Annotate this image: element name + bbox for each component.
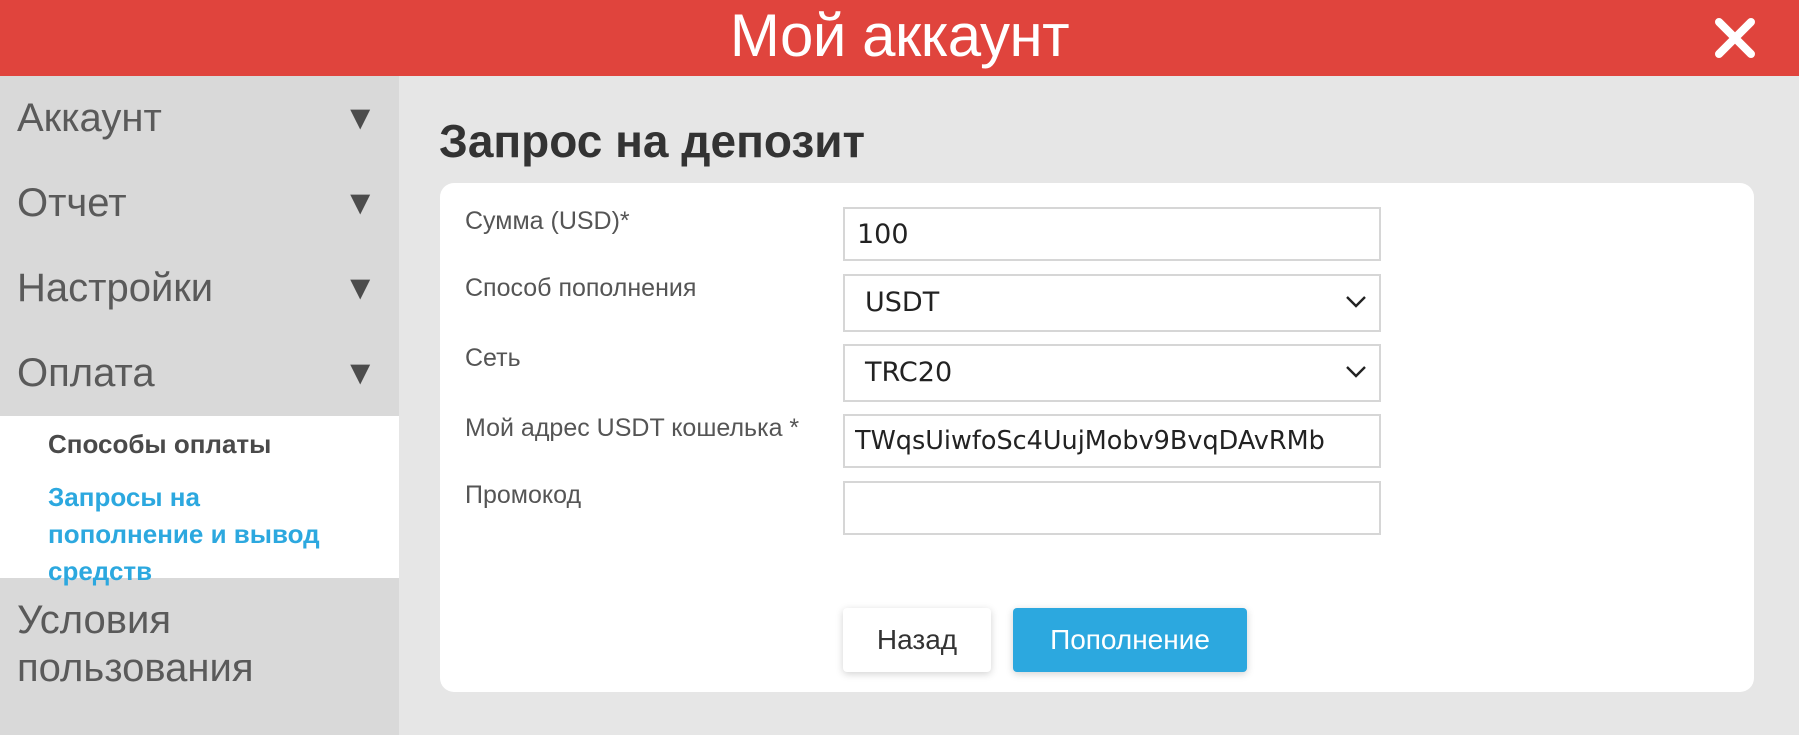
sidebar-item-payment[interactable]: Оплата ▼: [0, 331, 399, 416]
modal-header: Мой аккаунт: [0, 0, 1799, 76]
modal-title: Мой аккаунт: [729, 2, 1070, 69]
method-label: Способ пополнения: [465, 274, 697, 302]
sidebar-item-label: Настройки: [17, 266, 214, 310]
sidebar-item-account[interactable]: Аккаунт ▼: [0, 76, 399, 161]
sidebar: Аккаунт ▼ Отчет ▼ Настройки ▼ Оплата ▼ С…: [0, 76, 399, 735]
account-modal: Мой аккаунт Аккаунт ▼ Отчет ▼ Настройки …: [0, 0, 1799, 735]
network-label: Сеть: [465, 344, 521, 372]
deposit-submit-button[interactable]: Пополнение: [1013, 608, 1247, 672]
amount-input[interactable]: [843, 207, 1381, 261]
caret-down-icon: ▼: [343, 269, 377, 307]
page-title: Запрос на депозит: [439, 115, 866, 167]
method-select[interactable]: USDT: [843, 274, 1381, 332]
caret-down-icon: ▼: [343, 184, 377, 222]
sidebar-item-terms[interactable]: Условия пользования: [0, 578, 399, 692]
main-content: Запрос на депозит Сумма (USD)* Способ по…: [399, 76, 1799, 735]
promo-label: Промокод: [465, 481, 582, 509]
network-select[interactable]: TRC20: [843, 344, 1381, 402]
submenu-item-deposit-requests[interactable]: Запросы на пополнение и вывод средств: [48, 479, 348, 590]
sidebar-item-label: Аккаунт: [17, 96, 162, 140]
wallet-label: Мой адрес USDT кошелька *: [465, 414, 800, 442]
method-value: USDT: [865, 287, 940, 318]
chevron-down-icon: [1346, 366, 1366, 378]
deposit-form: Сумма (USD)* Способ пополнения USDT Сеть…: [440, 183, 1754, 692]
chevron-down-icon: [1346, 296, 1366, 308]
sidebar-item-label: Отчет: [17, 181, 127, 225]
wallet-address-input[interactable]: [843, 414, 1381, 468]
close-icon[interactable]: [1713, 16, 1757, 60]
promo-code-input[interactable]: [843, 481, 1381, 535]
payment-submenu: Способы оплаты Запросы на пополнение и в…: [0, 416, 399, 586]
caret-down-icon: ▼: [343, 354, 377, 392]
sidebar-item-report[interactable]: Отчет ▼: [0, 161, 399, 246]
sidebar-item-settings[interactable]: Настройки ▼: [0, 246, 399, 331]
sidebar-item-label: Оплата: [17, 351, 155, 395]
submenu-item-payment-methods[interactable]: Способы оплаты: [48, 426, 399, 463]
amount-label: Сумма (USD)*: [465, 207, 630, 235]
caret-down-icon: ▼: [343, 99, 377, 137]
back-button[interactable]: Назад: [843, 608, 991, 672]
network-value: TRC20: [865, 357, 953, 388]
